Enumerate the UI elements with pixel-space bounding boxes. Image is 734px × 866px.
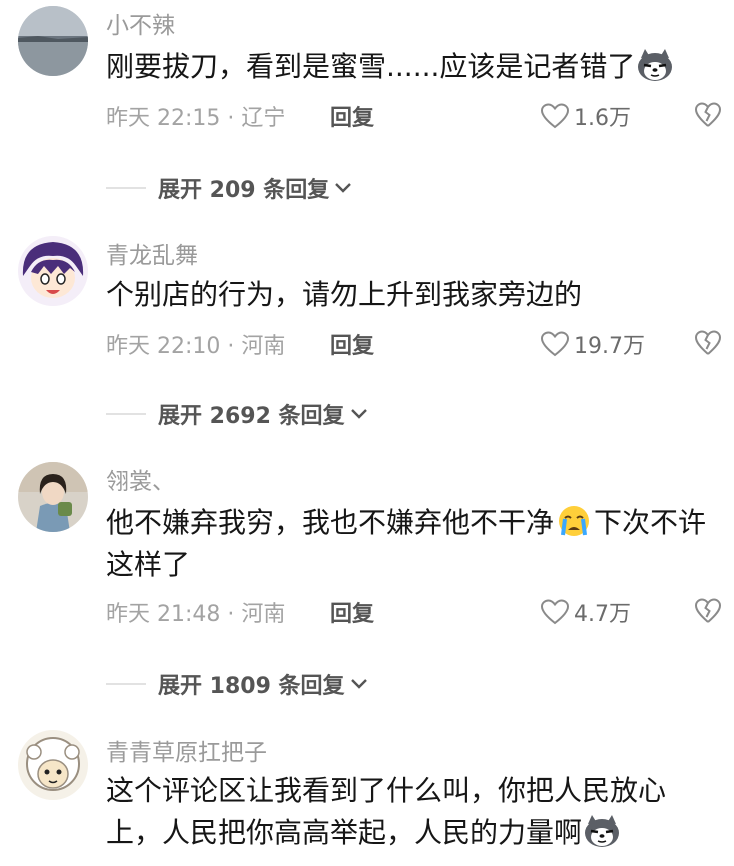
dislike-button[interactable]: [694, 101, 722, 129]
crying-emoji-icon: [554, 504, 594, 538]
husky-emoji-icon: [582, 814, 622, 848]
avatar-image: [18, 462, 88, 532]
comment-text-part: 他不嫌弃我穷，我也不嫌弃他不干净: [106, 506, 555, 539]
avatar-image: [18, 730, 88, 800]
comment-username[interactable]: 青龙乱舞: [106, 236, 198, 270]
husky-emoji-icon: [635, 48, 675, 82]
comment-text: 刚要拔刀，看到是蜜雪......应该是记者错了: [106, 46, 718, 88]
heart-icon: [540, 102, 570, 130]
expand-replies-label: 展开 209 条回复: [158, 178, 330, 203]
avatar[interactable]: [18, 6, 88, 76]
chevron-down-icon: [349, 407, 369, 421]
like-count: 1.6万: [574, 106, 631, 131]
comment-meta: 昨天 22:15 · 辽宁: [106, 106, 286, 131]
broken-heart-icon: [694, 329, 722, 357]
comment-text-part: 个别店的行为，请勿上升到我家旁边的: [106, 278, 583, 311]
comment-username[interactable]: 小不辣: [106, 6, 175, 40]
comment-username[interactable]: 翎裳、: [106, 462, 175, 496]
expand-replies[interactable]: 展开 2692 条回复: [106, 398, 369, 430]
comment-text: 他不嫌弃我穷，我也不嫌弃他不干净 下次不许这样了: [106, 502, 718, 586]
avatar[interactable]: [18, 730, 88, 800]
avatar[interactable]: [18, 462, 88, 532]
broken-heart-icon: [694, 597, 722, 625]
divider-line: [106, 683, 146, 685]
like-button[interactable]: 19.7万: [540, 328, 645, 360]
avatar[interactable]: [18, 236, 88, 306]
heart-icon: [540, 598, 570, 626]
comment-text: 个别店的行为，请勿上升到我家旁边的: [106, 274, 718, 316]
reply-button[interactable]: 回复: [330, 596, 374, 628]
like-count: 19.7万: [574, 334, 645, 359]
divider-line: [106, 187, 146, 189]
chevron-down-icon: [349, 677, 369, 691]
comment-meta: 昨天 21:48 · 河南: [106, 602, 286, 627]
comment-text-part: 刚要拔刀，看到是蜜雪......应该是记者错了: [106, 50, 636, 83]
divider-line: [106, 413, 146, 415]
like-count: 4.7万: [574, 602, 631, 627]
expand-replies-label: 展开 2692 条回复: [158, 404, 345, 429]
heart-icon: [540, 330, 570, 358]
comment-text: 这个评论区让我看到了什么叫，你把人民放心上，人民把你高高举起，人民的力量啊: [106, 770, 718, 854]
like-button[interactable]: 1.6万: [540, 100, 631, 132]
dislike-button[interactable]: [694, 597, 722, 625]
reply-button[interactable]: 回复: [330, 100, 374, 132]
avatar-image: [18, 6, 88, 76]
comment-meta: 昨天 22:10 · 河南: [106, 334, 286, 359]
chevron-down-icon: [333, 181, 353, 195]
dislike-button[interactable]: [694, 329, 722, 357]
like-button[interactable]: 4.7万: [540, 596, 631, 628]
expand-replies[interactable]: 展开 1809 条回复: [106, 668, 369, 700]
expand-replies[interactable]: 展开 209 条回复: [106, 172, 353, 204]
broken-heart-icon: [694, 101, 722, 129]
expand-replies-label: 展开 1809 条回复: [158, 674, 345, 699]
avatar-image: [18, 236, 88, 306]
reply-button[interactable]: 回复: [330, 328, 374, 360]
comment-username[interactable]: 青青草原扛把子: [106, 733, 267, 767]
